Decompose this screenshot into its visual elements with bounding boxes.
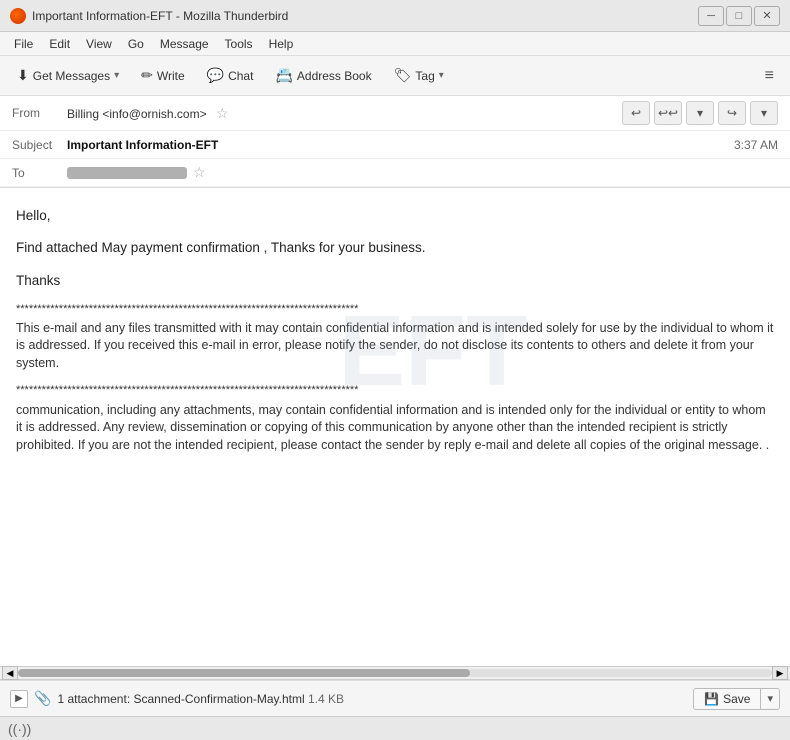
confidential-text-1: This e-mail and any files transmitted wi… (16, 320, 774, 373)
menu-view[interactable]: View (80, 35, 118, 53)
from-value: Billing <info@ornish.com> ☆ (67, 105, 622, 122)
greeting: Hello, (16, 206, 774, 226)
minimize-button[interactable]: ─ (698, 6, 724, 26)
email-content: EFT Hello, Find attached May payment con… (0, 188, 790, 484)
title-bar-left: Important Information-EFT - Mozilla Thun… (10, 8, 288, 24)
attachment-size: 1.4 KB (308, 692, 344, 706)
get-messages-dropdown-icon[interactable]: ▾ (114, 70, 119, 81)
confidential-text-2: communication, including any attachments… (16, 402, 774, 455)
tag-dropdown-icon: ▾ (439, 70, 444, 81)
subject-label: Subject (12, 138, 67, 152)
write-button[interactable]: ✏ Write (132, 62, 194, 89)
reply-button[interactable]: ↩ (622, 101, 650, 125)
save-icon: 💾 (704, 692, 719, 706)
horizontal-scrollbar[interactable]: ◀ ▶ (0, 666, 790, 680)
scroll-left-button[interactable]: ◀ (2, 666, 18, 680)
email-header: From Billing <info@ornish.com> ☆ ↩ ↩↩ ▾ … (0, 96, 790, 188)
attachment-text: 1 attachment: Scanned-Confirmation-May.h… (57, 692, 344, 706)
maximize-button[interactable]: □ (726, 6, 752, 26)
tag-label: Tag (415, 69, 434, 83)
thanks: Thanks (16, 271, 774, 291)
from-label: From (12, 106, 67, 120)
scroll-track[interactable] (18, 669, 772, 677)
forward-button[interactable]: ↪ (718, 101, 746, 125)
subject-value: Important Information-EFT (67, 138, 734, 152)
attachment-count-name: 1 attachment: Scanned-Confirmation-May.h… (57, 692, 304, 706)
menu-file[interactable]: File (8, 35, 39, 53)
write-label: Write (157, 69, 185, 83)
address-book-label: Address Book (297, 69, 372, 83)
menu-edit[interactable]: Edit (43, 35, 76, 53)
chat-button[interactable]: 💬 Chat (198, 62, 263, 89)
more-actions-button[interactable]: ▾ (686, 101, 714, 125)
email-timestamp: 3:37 AM (734, 138, 778, 152)
status-bar: ((·)) (0, 716, 790, 740)
tag-button[interactable]: 🏷 Tag ▾ (385, 62, 453, 89)
hamburger-menu-button[interactable]: ≡ (757, 63, 782, 89)
title-bar: Important Information-EFT - Mozilla Thun… (0, 0, 790, 32)
attachment-bar: ▶ 📎 1 attachment: Scanned-Confirmation-M… (0, 680, 790, 716)
menu-bar: File Edit View Go Message Tools Help (0, 32, 790, 56)
body-line1: Find attached May payment confirmation ,… (16, 238, 774, 258)
from-row: From Billing <info@ornish.com> ☆ ↩ ↩↩ ▾ … (0, 96, 790, 131)
from-star-icon[interactable]: ☆ (216, 105, 229, 121)
menu-message[interactable]: Message (154, 35, 215, 53)
window-title: Important Information-EFT - Mozilla Thun… (32, 9, 288, 23)
thunderbird-icon (10, 8, 26, 24)
close-button[interactable]: ✕ (754, 6, 780, 26)
menu-go[interactable]: Go (122, 35, 150, 53)
attachment-icon: 📎 (34, 690, 51, 707)
main-container: From Billing <info@ornish.com> ☆ ↩ ↩↩ ▾ … (0, 96, 790, 740)
subject-row: Subject Important Information-EFT 3:37 A… (0, 131, 790, 159)
toolbar: ⬇ Get Messages ▾ ✏ Write 💬 Chat 📇 Addres… (0, 56, 790, 96)
save-button[interactable]: 💾 Save (694, 689, 761, 709)
write-icon: ✏ (141, 67, 153, 84)
attachment-expand-button[interactable]: ▶ (10, 690, 28, 708)
to-value (67, 167, 187, 179)
to-row: To ☆ (0, 159, 790, 187)
email-action-buttons: ↩ ↩↩ ▾ ↪ ▾ (622, 101, 778, 125)
forward-dropdown-button[interactable]: ▾ (750, 101, 778, 125)
address-book-button[interactable]: 📇 Address Book (266, 62, 380, 89)
tag-icon: 🏷 (394, 67, 412, 84)
to-star-icon[interactable]: ☆ (193, 164, 206, 181)
get-messages-icon: ⬇ (17, 67, 29, 84)
stars-line-1: ****************************************… (16, 303, 774, 316)
get-messages-label: Get Messages (33, 69, 110, 83)
window-controls: ─ □ ✕ (698, 6, 780, 26)
connection-icon: ((·)) (8, 721, 31, 737)
attachment-left: ▶ 📎 1 attachment: Scanned-Confirmation-M… (10, 690, 344, 708)
get-messages-button[interactable]: ⬇ Get Messages ▾ (8, 62, 128, 89)
menu-help[interactable]: Help (263, 35, 300, 53)
chat-icon: 💬 (207, 67, 224, 84)
stars-line-2: ****************************************… (16, 384, 774, 397)
save-dropdown-button[interactable]: ▾ (761, 689, 779, 708)
chat-label: Chat (228, 69, 253, 83)
address-book-icon: 📇 (275, 67, 292, 84)
email-body-wrapper: EFT Hello, Find attached May payment con… (0, 188, 790, 666)
to-label: To (12, 166, 67, 180)
menu-tools[interactable]: Tools (219, 35, 259, 53)
scroll-thumb[interactable] (18, 669, 470, 677)
save-label: Save (723, 692, 750, 706)
reply-all-button[interactable]: ↩↩ (654, 101, 682, 125)
scroll-right-button[interactable]: ▶ (772, 666, 788, 680)
save-button-group: 💾 Save ▾ (693, 688, 780, 710)
from-text: Billing <info@ornish.com> (67, 107, 207, 121)
